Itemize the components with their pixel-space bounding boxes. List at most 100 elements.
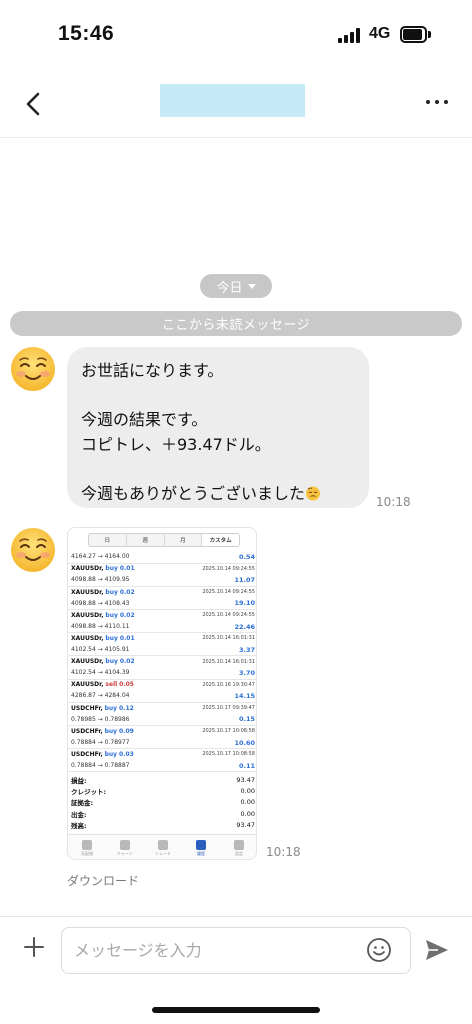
chat-title-redacted [160, 84, 305, 117]
date-label: 今日 [216, 280, 243, 296]
app-tab-label: チャート [117, 850, 133, 856]
message-bubble[interactable]: お世話になります。 今週の結果です。 コピトレ、＋93.47ドル。 今週もありが… [67, 347, 369, 508]
app-tab-label: 履歴 [197, 850, 205, 856]
period-tab: 週 [127, 534, 165, 546]
trade-row-detail: 4098.88 → 4109.95 11.07 [68, 575, 256, 587]
send-button[interactable] [424, 937, 450, 963]
trade-prices: 4102.54 → 4105.91 [71, 646, 130, 654]
period-tabs: 日 週 月 カスタム [88, 533, 240, 547]
trade-side: sell [105, 681, 118, 689]
sender-avatar[interactable] [10, 527, 56, 573]
cellular-signal-icon [338, 28, 362, 43]
trade-row-header: XAUUSDr, sell 0.05 2025.10.16 19:30:47 [68, 680, 256, 692]
home-indicator [152, 1007, 320, 1013]
image-message[interactable]: 日 週 月 カスタム 4164.27 → 4164.00 0.54 XAUUSD… [67, 527, 257, 860]
trade-profit: 3.70 [238, 668, 255, 677]
trade-lots: 0.12 [119, 704, 134, 712]
trade-profit: 10.60 [234, 738, 255, 747]
trade-side: buy [104, 704, 118, 712]
trade-symbol: XAUUSDr, [71, 565, 104, 573]
app-tab: 履歴 [182, 835, 220, 859]
summary-label: 出金: [71, 810, 87, 819]
trade-symbol: USDCHFr, [71, 750, 103, 758]
message-line: 今週の結果です。 [81, 410, 208, 429]
unread-divider: ここから未読メッセージ [10, 311, 462, 336]
trade-prices: 4098.88 → 4110.11 [71, 622, 130, 630]
trade-row-detail: 0.78884 → 0.78887 0.11 [68, 761, 256, 773]
trade-prices: 4098.88 → 4108.43 [71, 599, 130, 607]
trade-prices: 0.78884 → 0.78887 [71, 761, 130, 769]
trade-row-detail: 0.78985 → 0.78986 0.15 [68, 714, 256, 726]
app-tab: チャート [106, 835, 144, 859]
message-line: コピトレ、＋93.47ドル。 [81, 434, 271, 454]
date-selector[interactable]: 今日 [200, 274, 272, 298]
app-tab-label: 気配値 [81, 850, 93, 856]
period-tab: 日 [89, 534, 127, 546]
trade-history-list: 4164.27 → 4164.00 0.54 XAUUSDr, buy 0.01… [68, 552, 256, 773]
trade-profit: 11.07 [234, 576, 255, 585]
status-bar: 15:46 4G [0, 0, 472, 70]
trade-symbol: USDCHFr, [71, 704, 103, 712]
app-tab-label: 設定 [235, 850, 243, 856]
emoji-button[interactable] [366, 937, 392, 963]
summary-value: 0.00 [240, 798, 255, 807]
trade-lots: 0.03 [119, 750, 134, 758]
app-tab: トレード [144, 835, 182, 859]
smiling-face-emoji-icon [11, 347, 55, 391]
app-tab: 設定 [220, 835, 256, 859]
trade-row-detail: 4098.88 → 4110.11 22.46 [68, 622, 256, 634]
app-tab-label: トレード [155, 850, 171, 856]
trade-datetime: 2025.10.14 09:24:55 [202, 565, 255, 572]
trade-row-header: USDCHFr, buy 0.03 2025.10.17 10:08:58 [68, 749, 256, 761]
trade-lots: 0.09 [119, 727, 134, 735]
trade-datetime: 2025.10.14 09:24:55 [202, 612, 255, 619]
chevron-left-icon [26, 92, 40, 116]
trade-side: buy [105, 588, 118, 596]
trade-side: buy [105, 658, 118, 666]
trade-side: buy [105, 565, 118, 573]
trade-lots: 0.02 [119, 658, 135, 666]
caret-down-icon [247, 284, 256, 289]
summary-label: 証拠金: [71, 799, 94, 808]
trade-side: buy [104, 750, 118, 758]
trade-row-header: USDCHFr, buy 0.09 2025.10.17 10:08:58 [68, 726, 256, 738]
plus-icon[interactable] [22, 935, 46, 959]
trade-lots: 0.05 [119, 681, 134, 689]
trade-row-detail: 4102.54 → 4104.39 3.70 [68, 668, 256, 680]
smiley-icon [367, 938, 391, 962]
trade-row-header: USDCHFr, buy 0.12 2025.10.17 09:39:47 [68, 703, 256, 715]
trade-row-detail: 4102.54 → 4105.91 3.37 [68, 645, 256, 657]
period-tab-active: カスタム [202, 534, 239, 546]
trade-lots: 0.02 [119, 611, 135, 619]
trade-lots: 0.02 [119, 588, 135, 596]
summary-label: 残高: [71, 822, 87, 831]
trade-symbol: XAUUSDr, [71, 588, 104, 596]
trade-datetime: 2025.10.17 10:08:58 [202, 728, 255, 735]
app-tab-icon [82, 839, 92, 850]
send-icon [426, 940, 448, 960]
trade-prices: 4102.54 → 4104.39 [71, 669, 130, 677]
trade-lots: 0.01 [119, 565, 135, 573]
sender-avatar[interactable] [10, 346, 56, 392]
trade-profit: 0.15 [238, 715, 255, 724]
trade-datetime: 2025.10.16 19:30:47 [202, 681, 255, 688]
network-type: 4G [369, 25, 391, 42]
summary-row: 損益: 93.47 [68, 774, 256, 785]
back-button[interactable] [18, 88, 50, 120]
trade-symbol: XAUUSDr, [71, 681, 104, 689]
trade-prices: 0.78884 → 0.78977 [71, 738, 130, 746]
app-tab-icon [158, 839, 168, 850]
trade-prices: 4286.87 → 4284.04 [71, 692, 130, 700]
more-horizontal-icon [426, 100, 430, 104]
trade-symbol: XAUUSDr, [71, 658, 104, 666]
more-options-button[interactable] [420, 90, 454, 114]
download-link[interactable]: ダウンロード [67, 872, 139, 889]
trade-datetime: 2025.10.14 09:24:55 [202, 589, 255, 596]
trade-row-header: XAUUSDr, buy 0.02 2025.10.14 09:24:55 [68, 587, 256, 599]
trade-row-detail: 0.78884 → 0.78977 10.60 [68, 738, 256, 750]
smiling-face-emoji-icon [11, 528, 55, 572]
period-tab: 月 [165, 534, 203, 546]
message-line: お世話になります。 [81, 361, 224, 380]
message-input[interactable] [61, 927, 411, 974]
trade-side: buy [104, 727, 118, 735]
